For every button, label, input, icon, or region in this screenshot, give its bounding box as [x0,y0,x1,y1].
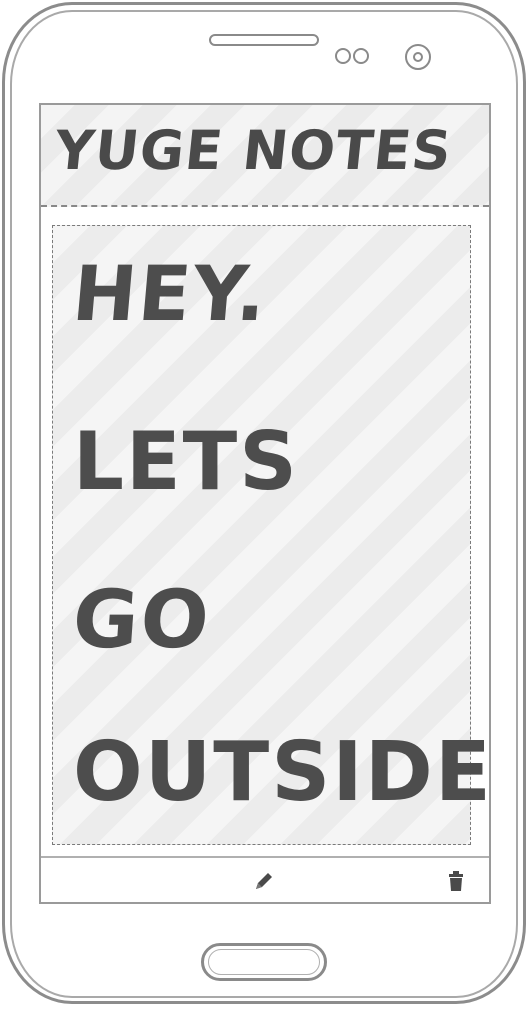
earpiece-speaker [209,34,319,46]
screen: YUGE NOTES HEY. LETS GO OUTSIDE [39,103,491,904]
bottom-toolbar [41,856,489,902]
note-line: GO [69,573,214,666]
note-line: OUTSIDE [73,725,493,820]
pencil-icon [256,873,272,889]
note-text-area[interactable]: HEY. LETS GO OUTSIDE [52,225,491,845]
edit-button[interactable] [251,868,277,894]
home-button[interactable] [201,943,327,981]
light-sensor [353,48,369,64]
front-camera-icon [405,44,431,70]
delete-button[interactable] [443,868,469,894]
proximity-sensor [335,48,351,64]
note-line: LETS [73,415,299,508]
note-line: HEY. [69,249,272,338]
app-header: YUGE NOTES [41,105,489,207]
trash-icon [449,871,463,891]
app-title: YUGE NOTES [51,119,455,182]
